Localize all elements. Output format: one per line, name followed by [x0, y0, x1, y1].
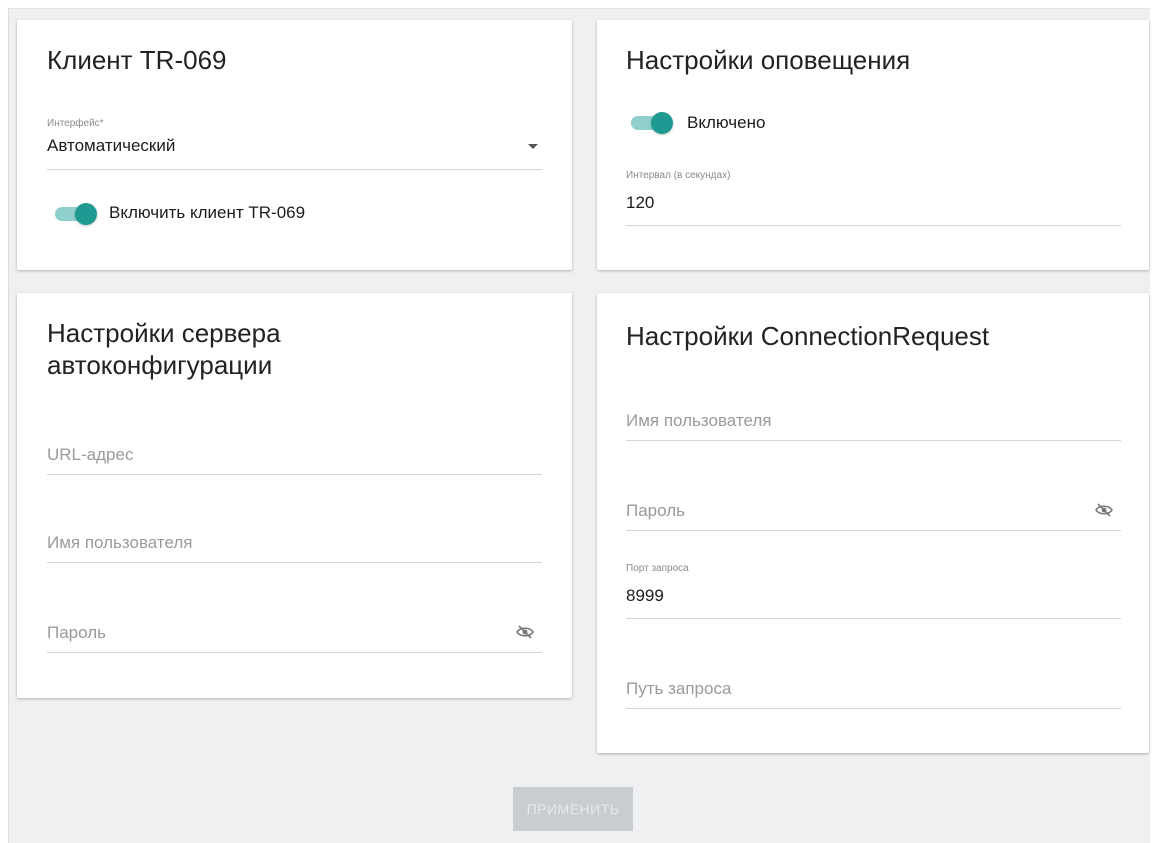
cr-path-placeholder: Путь запроса: [626, 679, 732, 698]
acs-settings-card: Настройки сервера автоконфигурации URL-а…: [17, 293, 572, 698]
notification-enabled-toggle[interactable]: [631, 111, 673, 134]
notification-enabled-label: Включено: [687, 113, 766, 132]
apply-button[interactable]: ПРИМЕНИТЬ: [513, 787, 633, 831]
chevron-down-icon: [528, 144, 538, 149]
card-title: Клиент TR-069: [47, 45, 227, 75]
cr-port-label: Порт запроса: [626, 563, 689, 574]
card-title: Настройки оповещения: [626, 45, 911, 75]
connection-request-card: Настройки ConnectionRequest Имя пользова…: [597, 293, 1149, 753]
acs-username-input[interactable]: Имя пользователя: [47, 521, 542, 563]
interval-value: 120: [626, 193, 655, 212]
eye-off-icon[interactable]: [1095, 503, 1113, 517]
cr-path-input[interactable]: Путь запроса: [626, 667, 1121, 709]
cr-password-input[interactable]: Пароль: [626, 489, 1121, 531]
acs-url-input[interactable]: URL-адрес: [47, 433, 542, 475]
cr-username-input[interactable]: Имя пользователя: [626, 399, 1121, 441]
cr-username-placeholder: Имя пользователя: [626, 411, 772, 430]
interface-label: Интерфейс*: [47, 118, 104, 129]
acs-password-placeholder: Пароль: [47, 623, 106, 642]
cr-password-placeholder: Пароль: [626, 501, 685, 520]
tr069-client-card: Клиент TR-069 Интерфейс* Автоматический …: [17, 20, 572, 270]
eye-off-icon[interactable]: [516, 625, 534, 639]
cr-port-field[interactable]: Порт запроса 8999: [626, 559, 1121, 619]
card-title-line2: автоконфигурации: [47, 350, 273, 380]
notification-settings-card: Настройки оповещения Включено Интервал (…: [597, 20, 1149, 270]
toggle-thumb: [651, 112, 673, 134]
card-title-line1: Настройки сервера: [47, 318, 281, 348]
enable-tr069-toggle[interactable]: [55, 202, 97, 225]
interface-select[interactable]: Интерфейс* Автоматический: [47, 116, 542, 170]
interval-label: Интервал (в секундах): [626, 170, 731, 181]
acs-username-placeholder: Имя пользователя: [47, 533, 193, 552]
cr-port-value: 8999: [626, 586, 664, 605]
acs-password-input[interactable]: Пароль: [47, 611, 542, 653]
interval-field[interactable]: Интервал (в секундах) 120: [626, 166, 1121, 226]
card-title: Настройки ConnectionRequest: [626, 321, 990, 351]
toggle-thumb: [75, 203, 97, 225]
acs-url-placeholder: URL-адрес: [47, 445, 134, 464]
enable-tr069-label: Включить клиент TR-069: [109, 203, 306, 222]
interface-value: Автоматический: [47, 136, 176, 155]
